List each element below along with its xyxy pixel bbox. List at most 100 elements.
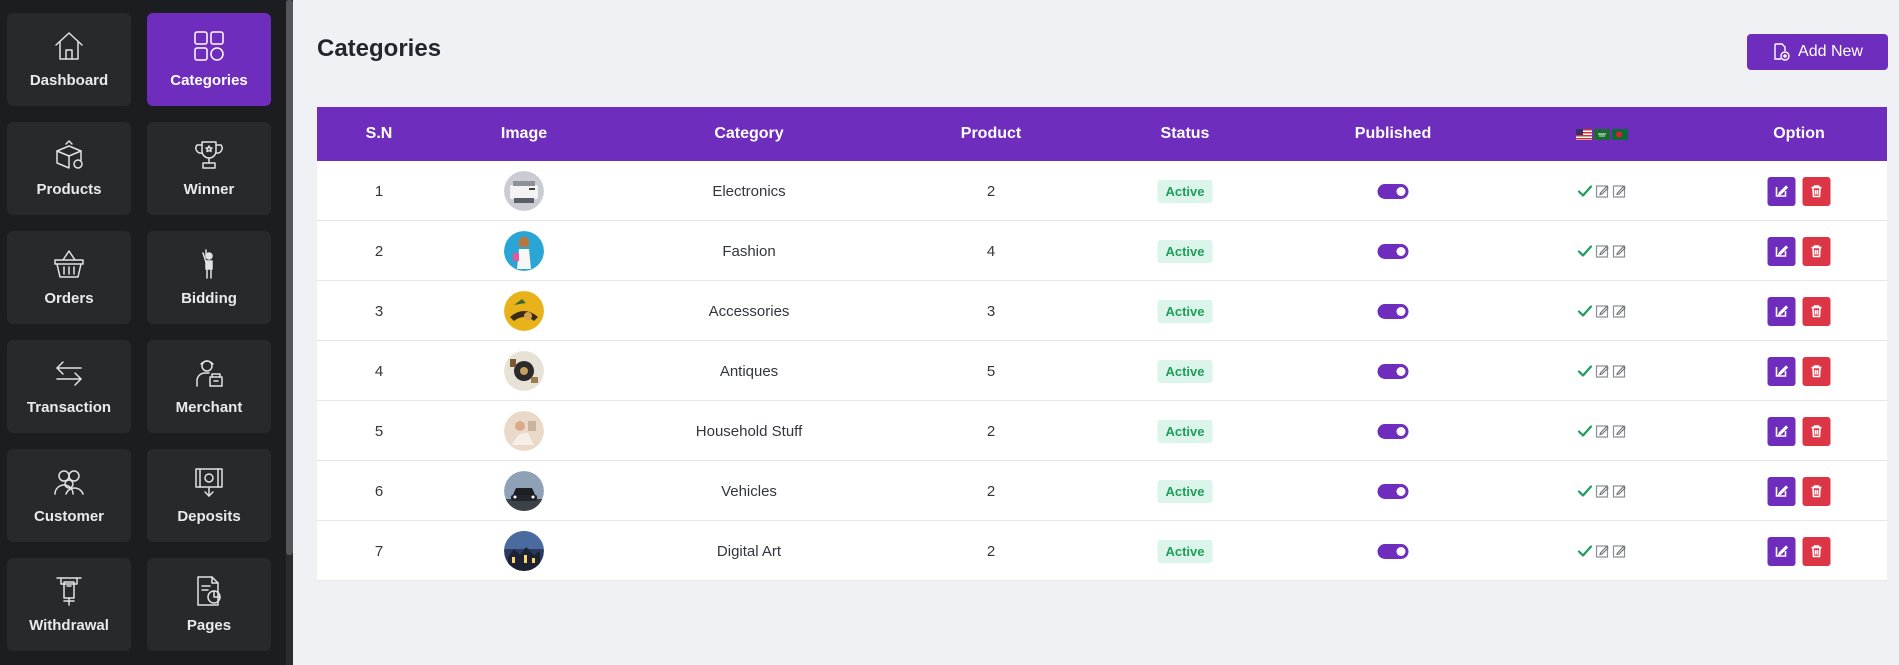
trash-icon bbox=[1811, 245, 1822, 258]
published-toggle[interactable] bbox=[1377, 543, 1409, 559]
delete-button[interactable] bbox=[1802, 536, 1831, 566]
published-toggle[interactable] bbox=[1377, 303, 1409, 319]
sidebar-item-orders[interactable]: Orders bbox=[7, 231, 131, 324]
sidebar-item-transaction[interactable]: Transaction bbox=[7, 340, 131, 433]
status-badge-cell: Active bbox=[1157, 521, 1213, 581]
column-header-category: Category bbox=[714, 125, 784, 142]
edit-translation-icon[interactable] bbox=[1612, 364, 1627, 378]
sidebar-item-label: Deposits bbox=[177, 508, 241, 525]
translations-cell bbox=[1577, 521, 1627, 581]
sidebar-item-categories[interactable]: Categories bbox=[147, 13, 271, 106]
main-content: Categories Add New S.N Image Category Pr… bbox=[293, 0, 1899, 665]
sidebar-item-merchant[interactable]: Merchant bbox=[147, 340, 271, 433]
status-badge-cell: Active bbox=[1157, 221, 1213, 281]
edit-translation-icon[interactable] bbox=[1612, 424, 1627, 438]
sidebar-scrollbar[interactable] bbox=[286, 0, 293, 665]
sidebar-item-products[interactable]: Products bbox=[7, 122, 131, 215]
edit-translation-icon[interactable] bbox=[1595, 544, 1610, 558]
users-icon bbox=[49, 462, 89, 502]
cell-category: Digital Art bbox=[716, 542, 782, 560]
edit-button[interactable] bbox=[1767, 356, 1796, 386]
sidebar-item-label: Pages bbox=[186, 617, 232, 634]
check-icon bbox=[1577, 305, 1593, 317]
published-toggle[interactable] bbox=[1377, 183, 1409, 199]
sidebar-item-winner[interactable]: Winner bbox=[147, 122, 271, 215]
person-raise-hand-icon bbox=[189, 244, 229, 284]
published-toggle[interactable] bbox=[1377, 483, 1409, 499]
cell-product-count: 3 bbox=[986, 302, 996, 320]
edit-translation-icon[interactable] bbox=[1612, 544, 1627, 558]
sidebar-item-deposits[interactable]: Deposits bbox=[147, 449, 271, 542]
table-row: 5 Household Stuff 2 Active bbox=[317, 401, 1887, 461]
translations-cell bbox=[1577, 221, 1627, 281]
edit-button[interactable] bbox=[1767, 236, 1796, 266]
table-row: 2 Fashion 4 Active bbox=[317, 221, 1887, 281]
published-cell bbox=[1377, 401, 1409, 461]
edit-button[interactable] bbox=[1767, 416, 1796, 446]
column-header-product: Product bbox=[960, 125, 1022, 142]
check-icon bbox=[1577, 245, 1593, 257]
published-cell bbox=[1377, 521, 1409, 581]
cell-product-count: 2 bbox=[986, 182, 996, 200]
option-cell bbox=[1767, 461, 1831, 521]
status-badge-cell: Active bbox=[1157, 281, 1213, 341]
sidebar-item-label: Dashboard bbox=[29, 72, 109, 89]
edit-translation-icon[interactable] bbox=[1595, 304, 1610, 318]
edit-translation-icon[interactable] bbox=[1612, 304, 1627, 318]
edit-button[interactable] bbox=[1767, 536, 1796, 566]
add-new-button[interactable]: Add New bbox=[1747, 34, 1888, 70]
table-body: 1 Electronics 2 Active 2 Fashion 4 Activ… bbox=[317, 161, 1887, 581]
status-badge: Active bbox=[1157, 299, 1213, 323]
edit-button[interactable] bbox=[1767, 476, 1796, 506]
add-document-icon bbox=[1774, 43, 1790, 61]
translations-cell bbox=[1577, 281, 1627, 341]
sidebar-item-label: Winner bbox=[183, 181, 235, 198]
cell-sn: 4 bbox=[374, 362, 384, 380]
sidebar-item-withdrawal[interactable]: Withdrawal bbox=[7, 558, 131, 651]
edit-icon bbox=[1775, 305, 1789, 317]
sidebar-item-bidding[interactable]: Bidding bbox=[147, 231, 271, 324]
trash-icon bbox=[1811, 545, 1822, 558]
delete-button[interactable] bbox=[1802, 356, 1831, 386]
edit-translation-icon[interactable] bbox=[1595, 364, 1610, 378]
published-toggle[interactable] bbox=[1377, 243, 1409, 259]
published-toggle[interactable] bbox=[1377, 423, 1409, 439]
cell-sn: 5 bbox=[374, 422, 384, 440]
status-badge: Active bbox=[1157, 539, 1213, 563]
sidebar-item-customer[interactable]: Customer bbox=[7, 449, 131, 542]
column-header-languages bbox=[1576, 107, 1628, 161]
delete-button[interactable] bbox=[1802, 416, 1831, 446]
column-header-status: Status bbox=[1160, 125, 1210, 142]
edit-translation-icon[interactable] bbox=[1595, 244, 1610, 258]
delete-button[interactable] bbox=[1802, 296, 1831, 326]
edit-translation-icon[interactable] bbox=[1595, 484, 1610, 498]
sidebar: Dashboard Categories Products Winner Ord… bbox=[0, 0, 286, 665]
edit-translation-icon[interactable] bbox=[1595, 424, 1610, 438]
delete-button[interactable] bbox=[1802, 476, 1831, 506]
published-cell bbox=[1377, 221, 1409, 281]
published-toggle[interactable] bbox=[1377, 363, 1409, 379]
option-cell bbox=[1767, 341, 1831, 401]
check-icon bbox=[1577, 485, 1593, 497]
sidebar-item-pages[interactable]: Pages bbox=[147, 558, 271, 651]
trophy-icon bbox=[189, 135, 229, 175]
check-icon bbox=[1577, 425, 1593, 437]
delete-button[interactable] bbox=[1802, 176, 1831, 206]
table-row: 4 Antiques 5 Active bbox=[317, 341, 1887, 401]
sidebar-scrollbar-thumb[interactable] bbox=[286, 0, 293, 555]
edit-button[interactable] bbox=[1767, 176, 1796, 206]
box-icon bbox=[49, 135, 89, 175]
table-header: S.N Image Category Product Status Publis… bbox=[317, 107, 1887, 161]
edit-translation-icon[interactable] bbox=[1612, 184, 1627, 198]
edit-icon bbox=[1775, 485, 1789, 497]
translations-cell bbox=[1577, 341, 1627, 401]
edit-translation-icon[interactable] bbox=[1595, 184, 1610, 198]
edit-translation-icon[interactable] bbox=[1612, 244, 1627, 258]
edit-translation-icon[interactable] bbox=[1612, 484, 1627, 498]
trash-icon bbox=[1811, 305, 1822, 318]
published-cell bbox=[1377, 161, 1409, 221]
sidebar-item-dashboard[interactable]: Dashboard bbox=[7, 13, 131, 106]
edit-button[interactable] bbox=[1767, 296, 1796, 326]
translations-cell bbox=[1577, 461, 1627, 521]
delete-button[interactable] bbox=[1802, 236, 1831, 266]
